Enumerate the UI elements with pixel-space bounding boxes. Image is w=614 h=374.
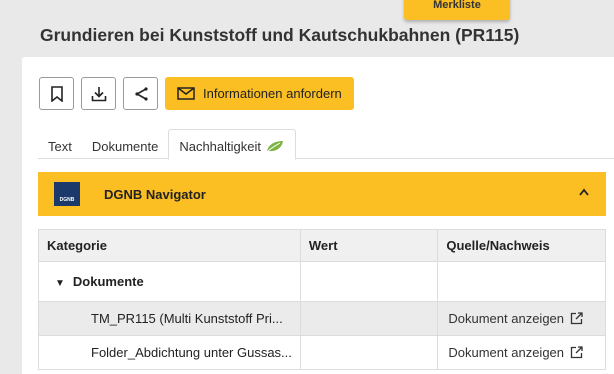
table-row: Folder_Abdichtung unter Gussas... Dokume…: [38, 335, 606, 370]
share-button[interactable]: [123, 77, 158, 110]
column-header-quelle: Quelle/Nachweis: [437, 229, 606, 262]
group-cell[interactable]: ▼ Dokumente: [38, 261, 301, 302]
download-icon: [91, 86, 106, 101]
page-title: Grundieren bei Kunststoff und Kautschukb…: [40, 25, 520, 45]
sustainability-table: Kategorie Wert Quelle/Nachweis ▼ Dokument…: [38, 229, 606, 370]
column-header-kategorie: Kategorie: [38, 229, 301, 262]
request-info-button[interactable]: Informationen anfordern: [165, 77, 354, 110]
caret-down-icon: ▼: [55, 278, 65, 289]
show-document-link[interactable]: Dokument anzeigen: [448, 311, 583, 326]
dgnb-logo: DGNB: [54, 182, 80, 206]
table-header-row: Kategorie Wert Quelle/Nachweis: [38, 229, 606, 262]
dgnb-navigator-header[interactable]: DGNB DGNB Navigator: [38, 172, 606, 216]
document-link-cell: Dokument anzeigen: [437, 301, 606, 336]
bookmark-icon: [50, 85, 63, 102]
download-button[interactable]: [81, 77, 116, 110]
merkliste-label: Merkliste: [433, 0, 481, 11]
chevron-up-icon[interactable]: [578, 187, 590, 197]
tab-bar: Text Dokumente Nachhaltigkeit: [38, 129, 614, 160]
tab-text[interactable]: Text: [38, 129, 82, 159]
show-document-label: Dokument anzeigen: [448, 311, 565, 326]
document-name: TM_PR115 (Multi Kunststoff Pri...: [38, 301, 301, 336]
external-link-icon: [570, 346, 583, 359]
group-empty-cell: [437, 261, 606, 302]
dgnb-logo-text: DGNB: [59, 197, 75, 203]
dgnb-title: DGNB Navigator: [104, 186, 206, 202]
external-link-icon: [570, 312, 583, 325]
tab-dokumente[interactable]: Dokumente: [82, 129, 168, 159]
table-group-row[interactable]: ▼ Dokumente: [38, 261, 606, 302]
tab-nachhaltigkeit[interactable]: Nachhaltigkeit: [168, 129, 296, 160]
leaf-icon: [266, 141, 283, 153]
column-header-wert: Wert: [299, 229, 439, 262]
request-info-label: Informationen anfordern: [203, 86, 342, 101]
mail-icon: [177, 87, 195, 100]
group-empty-cell: [299, 261, 439, 302]
show-document-link[interactable]: Dokument anzeigen: [448, 345, 583, 360]
document-value: [299, 301, 439, 336]
table-row: TM_PR115 (Multi Kunststoff Pri... Dokume…: [38, 301, 606, 336]
merkliste-tab[interactable]: Merkliste: [404, 0, 510, 20]
group-label: Dokumente: [72, 274, 144, 289]
bookmark-button[interactable]: [39, 77, 74, 110]
document-name: Folder_Abdichtung unter Gussas...: [38, 335, 301, 370]
document-value: [299, 335, 439, 370]
show-document-label: Dokument anzeigen: [448, 345, 565, 360]
share-icon: [134, 86, 148, 101]
toolbar: Informationen anfordern: [39, 77, 354, 111]
tab-nachhaltigkeit-label: Nachhaltigkeit: [179, 139, 261, 154]
document-link-cell: Dokument anzeigen: [437, 335, 606, 370]
